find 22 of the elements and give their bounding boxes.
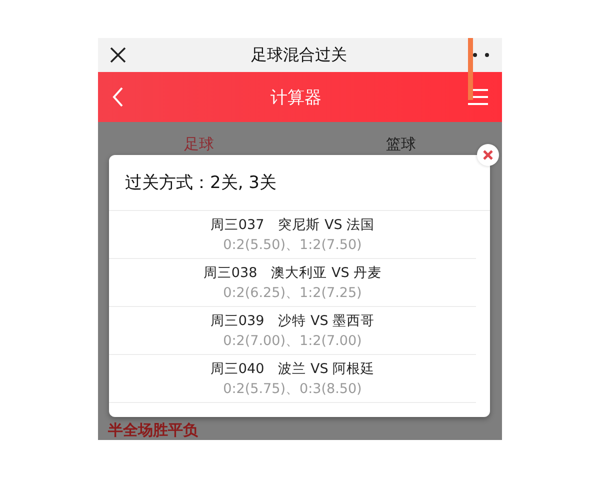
match-teams: 沙特 VS 墨西哥: [278, 312, 375, 330]
back-icon[interactable]: [112, 87, 124, 107]
match-number: 周三037: [210, 216, 264, 234]
match-number: 周三038: [203, 264, 258, 282]
close-icon[interactable]: [110, 47, 126, 63]
odds-text: 0:2(5.75)、0:3(8.50): [223, 380, 362, 398]
match-teams: 波兰 VS 阿根廷: [278, 360, 375, 378]
match-number: 周三039: [210, 312, 264, 330]
more-icon[interactable]: [472, 52, 490, 58]
section-label: 半全场胜平负: [108, 421, 198, 440]
match-number: 周三040: [210, 360, 264, 378]
close-button[interactable]: [477, 144, 499, 166]
match-teams: 澳大利亚 VS 丹麦: [271, 264, 382, 282]
odds-text: 0:2(5.50)、1:2(7.50): [223, 236, 362, 254]
match-teams: 突尼斯 VS 法国: [278, 216, 375, 234]
odds-text: 0:2(7.00)、1:2(7.00): [223, 332, 362, 350]
header-title: 计算器: [270, 86, 322, 108]
page-title: 足球混合过关: [251, 44, 347, 66]
odds-text: 0:2(6.25)、1:2(7.25): [223, 284, 362, 302]
close-icon: [483, 150, 493, 160]
tab[interactable]: 篮球: [300, 134, 502, 154]
menu-icon[interactable]: [468, 89, 488, 105]
